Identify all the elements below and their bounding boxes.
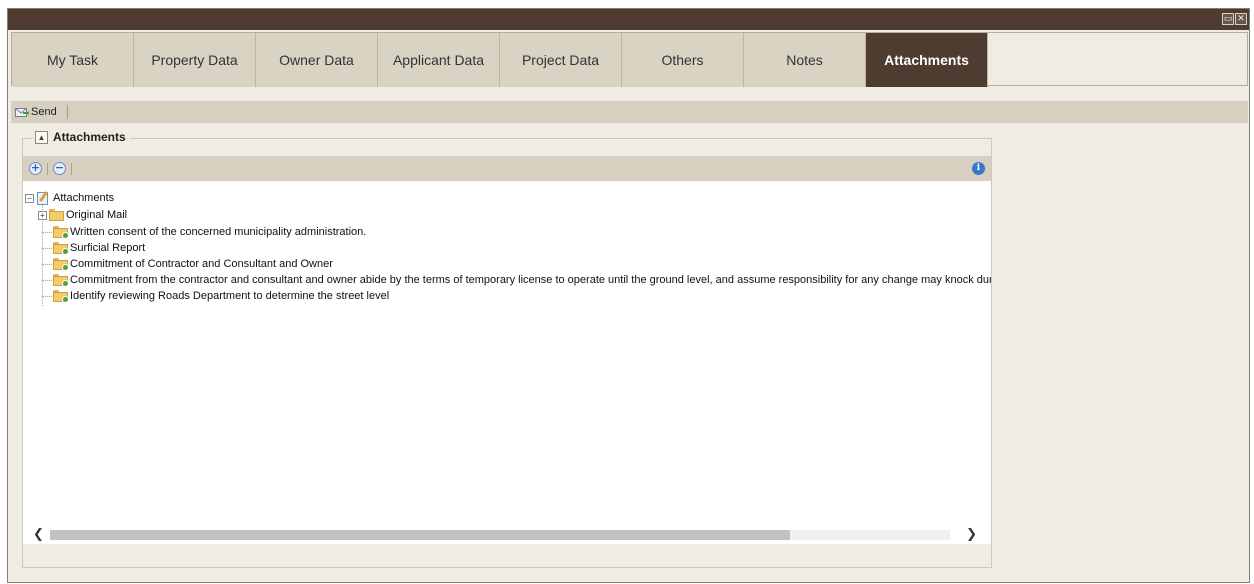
tab-label: Notes: [786, 52, 823, 68]
horizontal-scrollbar[interactable]: ❮ ❯: [23, 526, 991, 544]
tab-label: Others: [661, 52, 704, 68]
scrollbar-thumb[interactable]: [50, 530, 790, 540]
attachments-tree: − Attachments + Original Mail Written co…: [23, 181, 991, 526]
panel-title: Attachments: [53, 130, 126, 144]
tree-guide: [42, 248, 52, 249]
tree-toolbar: + − i: [23, 156, 991, 181]
tab-label: Property Data: [151, 52, 238, 68]
tab-attachments[interactable]: Attachments: [866, 33, 988, 87]
collapse-icon[interactable]: ▲: [35, 130, 48, 144]
tab-owner-data[interactable]: Owner Data: [256, 33, 378, 87]
tree-item-label: Commitment from the contractor and consu…: [70, 274, 991, 286]
attachment-folder-icon: [53, 258, 69, 271]
tab-my-task[interactable]: My Task: [12, 33, 134, 87]
expand-node-icon[interactable]: +: [38, 210, 47, 220]
tab-label: Owner Data: [279, 52, 354, 68]
tree-guide: [42, 264, 52, 265]
attachments-panel: ▲ Attachments + − i − Attachments + Orig…: [22, 130, 992, 568]
tree-item-label: Commitment of Contractor and Consultant …: [70, 258, 333, 270]
panel-legend: ▲ Attachments: [31, 130, 130, 144]
tab-bar: My Task Property Data Owner Data Applica…: [11, 32, 1248, 87]
toolbar-separator: [71, 162, 72, 175]
attachment-folder-icon: [53, 290, 69, 303]
tree-guide: [42, 280, 52, 281]
close-icon[interactable]: ✕: [1235, 13, 1247, 25]
tree-item[interactable]: Commitment from the contractor and consu…: [53, 272, 991, 288]
tree-root-label: Attachments: [53, 192, 115, 204]
attachment-folder-icon: [53, 242, 69, 255]
collapse-node-icon[interactable]: −: [25, 193, 34, 203]
tab-label: Project Data: [521, 52, 600, 68]
tab-label: Applicant Data: [392, 52, 485, 68]
toolbar-separator: [47, 162, 48, 175]
add-icon[interactable]: +: [29, 162, 42, 175]
tree-root[interactable]: − Attachments: [25, 190, 114, 206]
tab-project-data[interactable]: Project Data: [500, 33, 622, 87]
scroll-left-icon[interactable]: ❮: [33, 527, 44, 542]
tree-guide: [42, 296, 52, 297]
send-button[interactable]: Send: [15, 106, 57, 118]
send-mail-icon: [15, 107, 29, 117]
maximize-icon[interactable]: ▭: [1222, 13, 1234, 25]
tree-guide: [42, 232, 52, 233]
tab-label: Attachments: [884, 52, 969, 68]
scroll-right-icon[interactable]: ❯: [966, 527, 977, 542]
toolbar-separator: [66, 105, 68, 119]
tree-item-label: Identify reviewing Roads Department to d…: [70, 290, 390, 302]
title-bar: ▭ ✕: [8, 9, 1249, 30]
tab-applicant-data[interactable]: Applicant Data: [378, 33, 500, 87]
tree-item[interactable]: Identify reviewing Roads Department to d…: [53, 288, 389, 304]
tree-item[interactable]: Written consent of the concerned municip…: [53, 224, 366, 240]
main-toolbar: Send: [11, 101, 1248, 123]
attachment-folder-icon: [53, 274, 69, 287]
tree-item-label: Surficial Report: [70, 242, 146, 254]
send-label: Send: [31, 106, 57, 118]
info-icon[interactable]: i: [972, 162, 985, 175]
folder-icon: [49, 209, 64, 221]
remove-icon[interactable]: −: [53, 162, 66, 175]
attachments-root-icon: [36, 190, 50, 206]
tab-label: My Task: [46, 52, 99, 68]
attachment-folder-icon: [53, 226, 69, 239]
tree-item-label: Written consent of the concerned municip…: [70, 226, 367, 238]
tab-others[interactable]: Others: [622, 33, 744, 87]
tab-property-data[interactable]: Property Data: [134, 33, 256, 87]
tree-item[interactable]: Commitment of Contractor and Consultant …: [53, 256, 333, 272]
tab-notes[interactable]: Notes: [744, 33, 866, 87]
app-window: ▭ ✕ My Task Property Data Owner Data App…: [7, 8, 1250, 583]
tree-item[interactable]: Surficial Report: [53, 240, 145, 256]
tree-item-label: Original Mail: [66, 209, 128, 221]
tree-item-original-mail[interactable]: + Original Mail: [38, 207, 127, 223]
